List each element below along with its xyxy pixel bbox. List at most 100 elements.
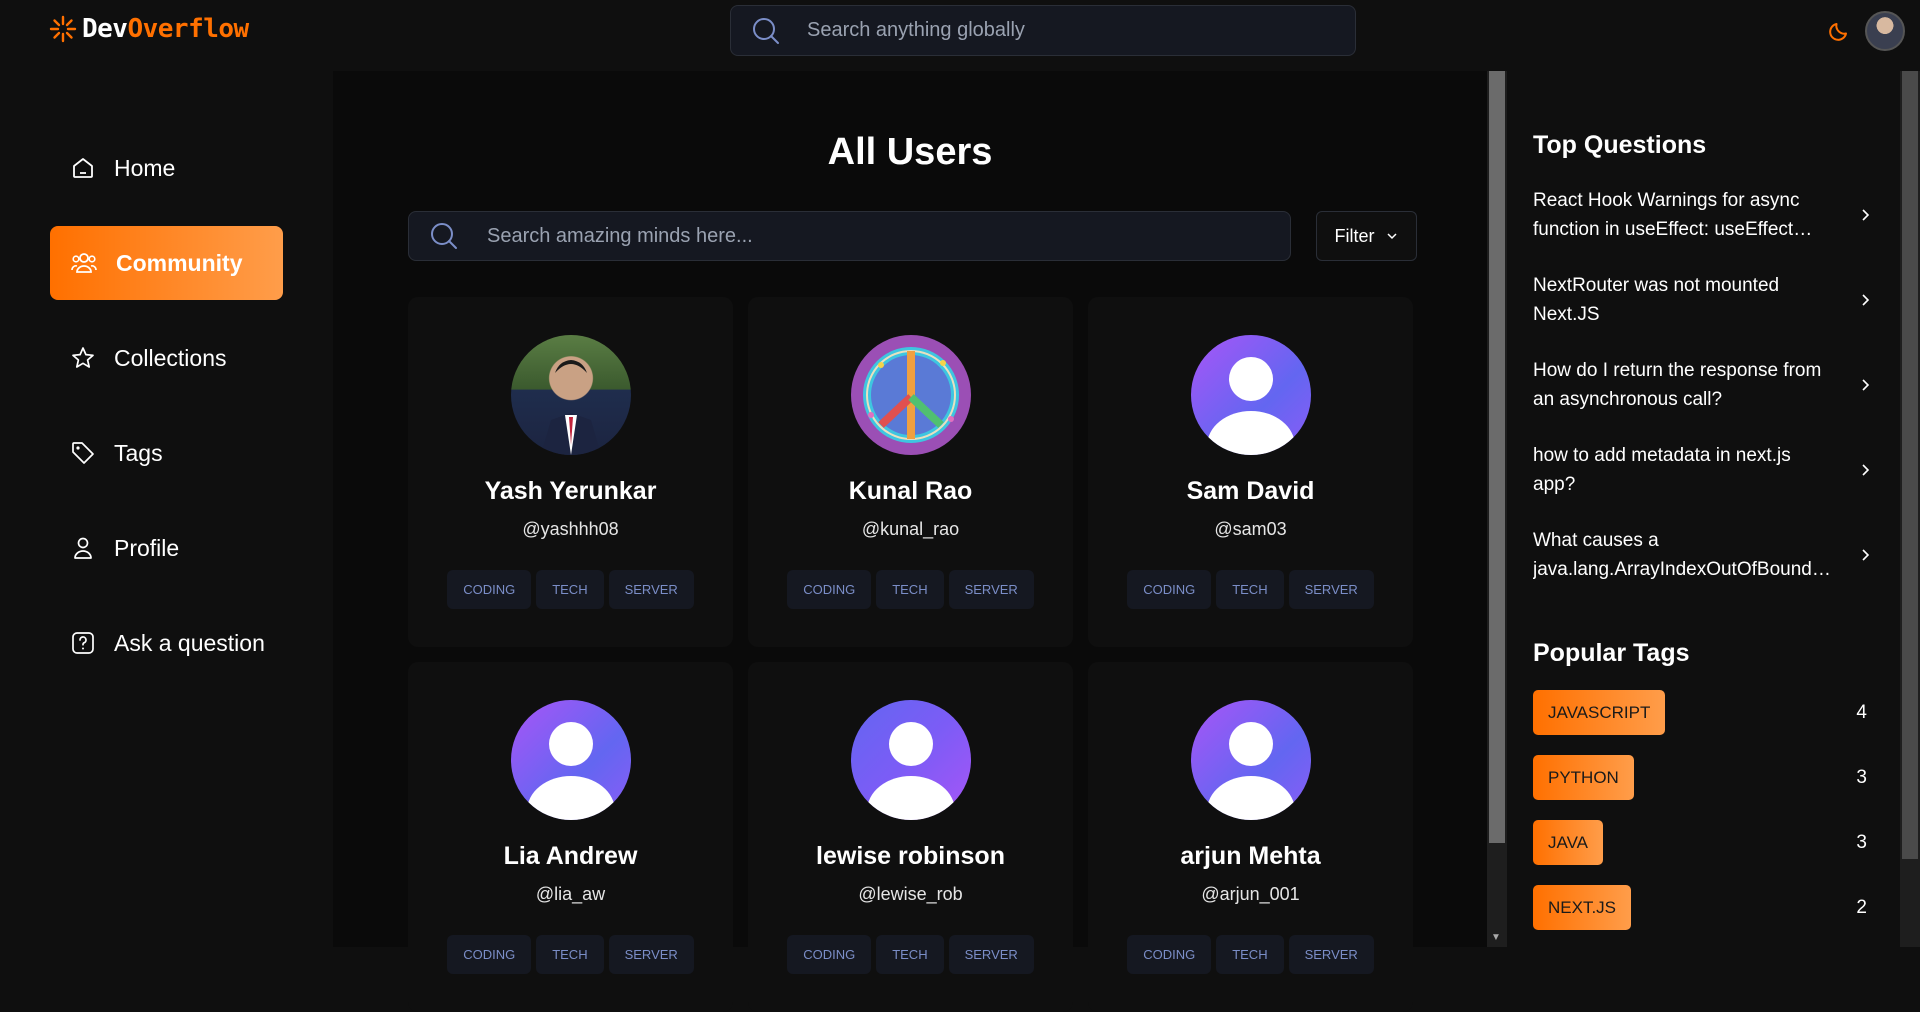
sidebar-item-ask-question[interactable]: Ask a question (50, 606, 283, 680)
user-avatar (851, 335, 971, 455)
tag-badge[interactable]: CODING (787, 570, 872, 609)
tag-badge[interactable]: TECH (876, 570, 944, 609)
question-icon (72, 632, 94, 654)
popular-tag-pill[interactable]: JAVA (1533, 820, 1603, 865)
user-icon (74, 537, 92, 559)
user-tags: CODING TECH SERVER (748, 570, 1073, 609)
user-name: Sam David (1186, 477, 1315, 505)
user-search-input[interactable] (487, 224, 1267, 248)
user-avatar (511, 335, 631, 455)
scrollbar-thumb[interactable] (1489, 71, 1505, 843)
user-handle: @lewise_rob (858, 884, 963, 904)
tag-badge[interactable]: SERVER (1288, 570, 1374, 609)
sidebar-item-label: Tags (114, 439, 163, 466)
scrollbar-thumb[interactable] (1902, 71, 1918, 859)
tag-badge[interactable]: TECH (876, 935, 944, 974)
tag-badge[interactable]: SERVER (608, 570, 694, 609)
tag-badge[interactable]: CODING (1127, 935, 1212, 974)
user-search[interactable] (408, 211, 1291, 261)
tag-icon (72, 442, 94, 464)
app-logo[interactable]: DevOverflow (48, 14, 249, 44)
page-title: All Users (827, 131, 993, 173)
user-tags: CODING TECH SERVER (408, 935, 733, 974)
moon-icon[interactable] (1827, 19, 1851, 48)
sidebar-item-community[interactable]: Community (50, 226, 283, 300)
logo-text: DevOverflow (82, 14, 249, 44)
sidebar-item-collections[interactable]: Collections (50, 321, 283, 395)
chevron-right-icon (1862, 209, 1870, 221)
question-item[interactable]: React Hook Warnings for async function i… (1533, 186, 1873, 244)
tag-badge[interactable]: CODING (1127, 570, 1212, 609)
sidebar-item-home[interactable]: Home (50, 131, 283, 205)
default-avatar-icon (511, 700, 631, 820)
question-item[interactable]: NextRouter was not mounted Next.JS (1533, 271, 1873, 329)
tag-badge[interactable]: CODING (787, 935, 872, 974)
popular-tag-pill[interactable]: PYTHON (1533, 755, 1634, 800)
chevron-down-icon (1386, 233, 1397, 240)
chevron-right-icon (1862, 379, 1870, 391)
filter-dropdown[interactable]: Filter (1316, 211, 1417, 261)
sidebar-item-label: Collections (114, 344, 227, 371)
tag-badge[interactable]: SERVER (948, 935, 1034, 974)
tag-badge[interactable]: TECH (1216, 570, 1284, 609)
user-name: Yash Yerunkar (484, 477, 657, 505)
question-title: What causes a java.lang.ArrayIndexOutOfB… (1533, 530, 1833, 580)
tag-badge[interactable]: TECH (1216, 935, 1284, 974)
user-card[interactable]: Lia Andrew @lia_aw CODING TECH SERVER (408, 662, 733, 1012)
tag-badge[interactable]: CODING (447, 935, 532, 974)
filter-label: Filter (1334, 225, 1375, 246)
popular-tags-heading: Popular Tags (1533, 639, 1690, 667)
sidebar-item-label: Home (114, 154, 176, 181)
user-card[interactable]: arjun Mehta @arjun_001 CODING TECH SERVE… (1088, 662, 1413, 1012)
default-avatar-icon (851, 700, 971, 820)
popular-tag-count: 3 (1856, 766, 1867, 788)
popular-tag-count: 4 (1856, 701, 1867, 723)
tag-badge[interactable]: CODING (447, 570, 532, 609)
scroll-down-arrow-icon[interactable]: ▼ (1491, 932, 1501, 943)
user-tags: CODING TECH SERVER (408, 570, 733, 609)
main-content: All Users Filter Yash Yerunkar @yashhh08… (333, 71, 1487, 1012)
search-icon (431, 223, 457, 249)
default-avatar-icon (1191, 700, 1311, 820)
user-handle: @yashhh08 (522, 519, 619, 539)
sidebar-item-label: Ask a question (114, 629, 265, 656)
user-card[interactable]: lewise robinson @lewise_rob CODING TECH … (748, 662, 1073, 1012)
user-handle: @arjun_001 (1201, 884, 1300, 904)
search-icon (753, 17, 779, 44)
popular-tag-item[interactable]: JAVA 3 (1533, 820, 1873, 865)
main-scrollbar[interactable]: ▼ (1487, 71, 1507, 947)
chevron-right-icon (1862, 549, 1870, 561)
user-card[interactable]: Yash Yerunkar @yashhh08 CODING TECH SERV… (408, 297, 733, 647)
default-avatar-icon (1191, 335, 1311, 455)
user-card[interactable]: Kunal Rao @kunal_rao CODING TECH SERVER (748, 297, 1073, 647)
top-questions-heading: Top Questions (1533, 131, 1707, 159)
question-title: How do I return the response from an asy… (1533, 360, 1822, 410)
star-icon (72, 347, 94, 368)
logo-icon (49, 15, 77, 43)
right-sidebar: Top Questions React Hook Warnings for as… (1507, 71, 1900, 947)
sidebar-item-profile[interactable]: Profile (50, 511, 283, 585)
home-icon (73, 158, 93, 178)
user-name: lewise robinson (816, 842, 1005, 870)
popular-tag-item[interactable]: PYTHON 3 (1533, 755, 1873, 800)
sidebar-item-label: Community (116, 249, 243, 276)
user-avatar[interactable] (1865, 11, 1905, 51)
question-item[interactable]: how to add metadata in next.js app? (1533, 441, 1873, 499)
question-item[interactable]: What causes a java.lang.ArrayIndexOutOfB… (1533, 526, 1873, 584)
tag-badge[interactable]: TECH (536, 935, 604, 974)
tag-badge[interactable]: SERVER (1288, 935, 1374, 974)
tag-badge[interactable]: TECH (536, 570, 604, 609)
popular-tag-item[interactable]: JAVASCRIPT 4 (1533, 690, 1873, 735)
sidebar-item-tags[interactable]: Tags (50, 416, 283, 490)
tag-badge[interactable]: SERVER (608, 935, 694, 974)
tag-badge[interactable]: SERVER (948, 570, 1034, 609)
popular-tag-pill[interactable]: JAVASCRIPT (1533, 690, 1666, 735)
global-search-input[interactable] (807, 19, 1307, 42)
popular-tag-item[interactable]: NEXT.JS 2 (1533, 885, 1873, 930)
right-scrollbar[interactable] (1900, 71, 1920, 947)
question-item[interactable]: How do I return the response from an asy… (1533, 356, 1873, 414)
user-card[interactable]: Sam David @sam03 CODING TECH SERVER (1088, 297, 1413, 647)
user-handle: @lia_aw (535, 884, 606, 904)
popular-tag-pill[interactable]: NEXT.JS (1533, 885, 1632, 930)
global-search[interactable] (730, 5, 1356, 56)
